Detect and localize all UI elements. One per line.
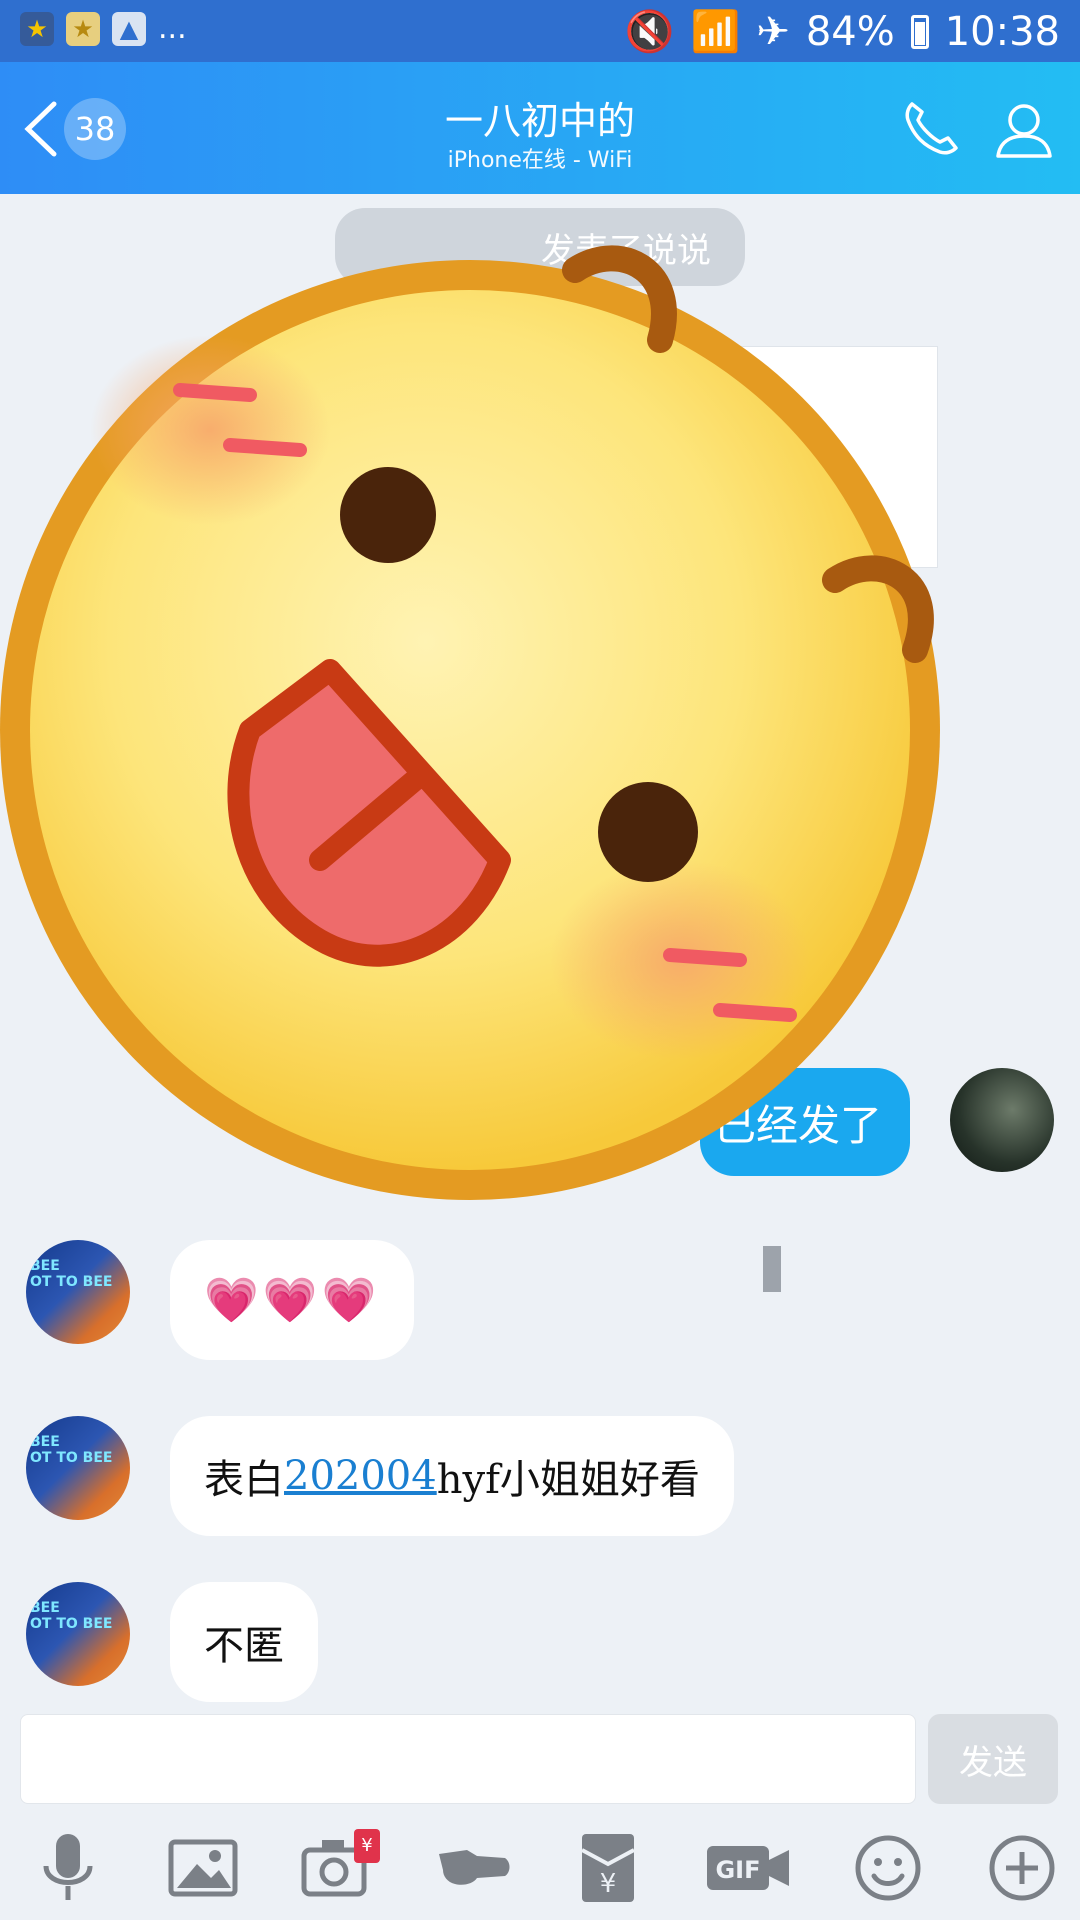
send-button[interactable]: 发送: [928, 1714, 1058, 1804]
overflow-dots: ...: [158, 11, 187, 46]
star-icon: ★: [20, 12, 54, 46]
airplane-icon: ✈: [756, 8, 790, 55]
microphone-icon[interactable]: [28, 1828, 108, 1908]
gold-star-icon: ★: [66, 12, 100, 46]
emoji-icon[interactable]: [848, 1828, 928, 1908]
image-icon: ▲: [112, 12, 146, 46]
phone-icon[interactable]: [898, 98, 962, 162]
status-bar: ★ ★ ▲ ... 🔇 📶 ✈ 84% 10:38: [0, 0, 1080, 62]
tongue-out-emoji-sticker[interactable]: [0, 220, 980, 1220]
system-status: 🔇 📶 ✈ 84% 10:38: [624, 8, 1060, 56]
image-icon[interactable]: [163, 1828, 243, 1908]
red-packet-badge: ¥: [354, 1829, 380, 1863]
composer: 发送: [0, 1710, 1080, 1812]
message-bubble-hearts[interactable]: 💗💗💗: [170, 1240, 415, 1360]
gif-icon[interactable]: GIF: [703, 1828, 793, 1908]
sender-avatar[interactable]: BEE OT TO BEE: [26, 1416, 130, 1520]
wifi-icon: 📶: [690, 9, 741, 55]
message-input[interactable]: [20, 1714, 916, 1804]
input-toolbar: ¥ GIF: [0, 1812, 1080, 1920]
plus-icon[interactable]: [982, 1828, 1062, 1908]
sender-avatar[interactable]: BEE OT TO BEE: [26, 1240, 130, 1344]
profile-icon[interactable]: [992, 98, 1056, 162]
message-bubble[interactable]: 表白 202004 hyf小姐姐好看: [170, 1416, 734, 1536]
message-text: 表白: [204, 1457, 284, 1503]
message-text: hyf小姐姐好看: [436, 1457, 700, 1503]
notification-icons: ★ ★ ▲ ...: [20, 12, 187, 46]
sender-avatar[interactable]: BEE OT TO BEE: [26, 1582, 130, 1686]
text-cursor: [763, 1246, 781, 1292]
message-link[interactable]: 202004: [284, 1453, 437, 1499]
clock: 10:38: [944, 8, 1060, 55]
message-bubble[interactable]: 不匿: [170, 1582, 318, 1702]
chat-header: 38 一八初中的 iPhone在线 - WiFi: [0, 62, 1080, 194]
poke-icon[interactable]: [433, 1828, 513, 1908]
battery-percent: 84%: [805, 8, 895, 55]
svg-text:¥: ¥: [600, 1869, 617, 1899]
mute-icon: 🔇: [624, 9, 675, 55]
red-envelope-icon[interactable]: ¥: [568, 1828, 648, 1908]
battery-icon: [910, 14, 929, 49]
svg-text:GIF: GIF: [715, 1856, 760, 1884]
